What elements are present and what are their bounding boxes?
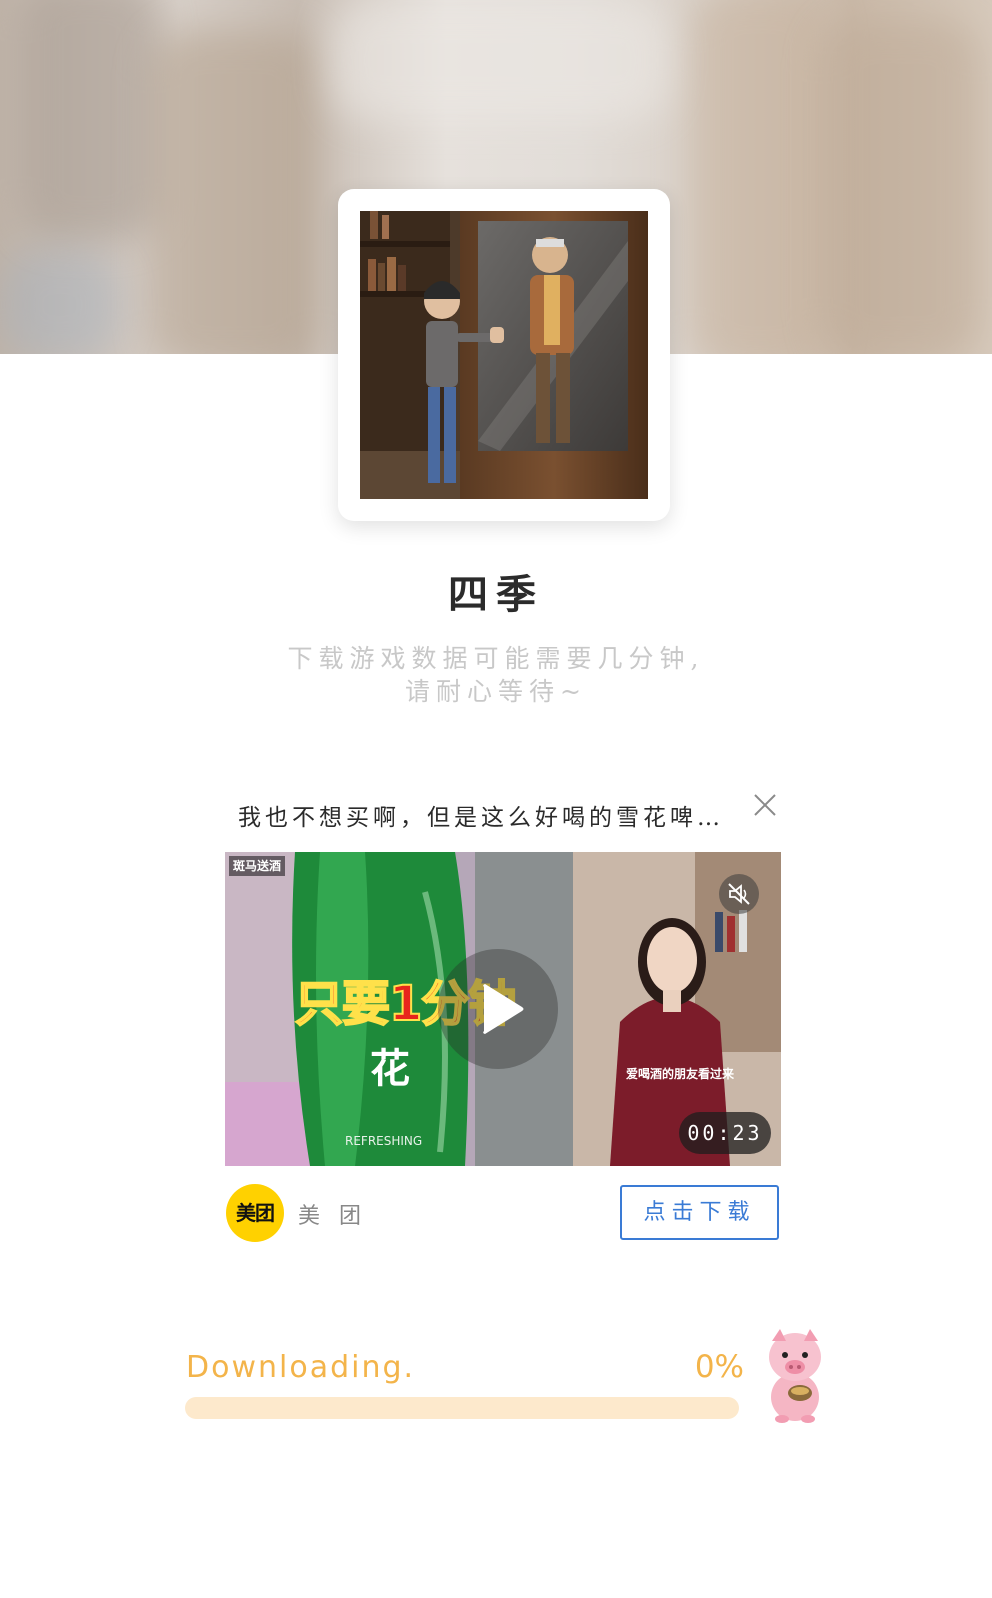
progress-label: Downloading. [186,1350,416,1385]
ad-title[interactable]: 我也不想买啊，但是这么好喝的雪花啤… [238,798,738,832]
progress-percent: 0% [694,1349,744,1385]
svg-text:花: 花 [370,1046,410,1092]
ad-download-button[interactable]: 点击下载 [620,1185,779,1240]
progress-bar [185,1397,739,1419]
game-cover-image [360,211,648,499]
play-icon [483,984,524,1034]
ad-video-player[interactable]: 花 只要1分钟 斑马送酒 爱喝酒的朋友看过来 REFRESHING 00:23 [225,852,781,1166]
ad-video-brand-tag: 斑马送酒 [229,856,286,876]
video-duration: 00:23 [679,1112,771,1154]
loading-tip-line2: 请耐心等待~ [405,677,587,706]
advertiser-name: 美 团 [298,1204,367,1229]
muted-speaker-icon [728,883,750,905]
ad-video-can-text: REFRESHING [345,1134,423,1148]
mute-button[interactable] [719,874,759,914]
ad-close-button[interactable] [752,792,778,818]
play-button[interactable] [438,949,558,1069]
loading-tip-line1: 下载游戏数据可能需要几分钟, [287,644,705,673]
pig-mascot-icon [762,1327,828,1423]
close-icon [754,794,776,816]
game-title: 四季 [448,571,544,618]
game-cover-card [338,189,670,521]
loading-tip: 下载游戏数据可能需要几分钟, 请耐心等待~ [0,642,992,708]
advertiser-logo[interactable]: 美团 [226,1184,284,1242]
ad-video-subtitle: 爱喝酒的朋友看过来 [625,1067,734,1081]
